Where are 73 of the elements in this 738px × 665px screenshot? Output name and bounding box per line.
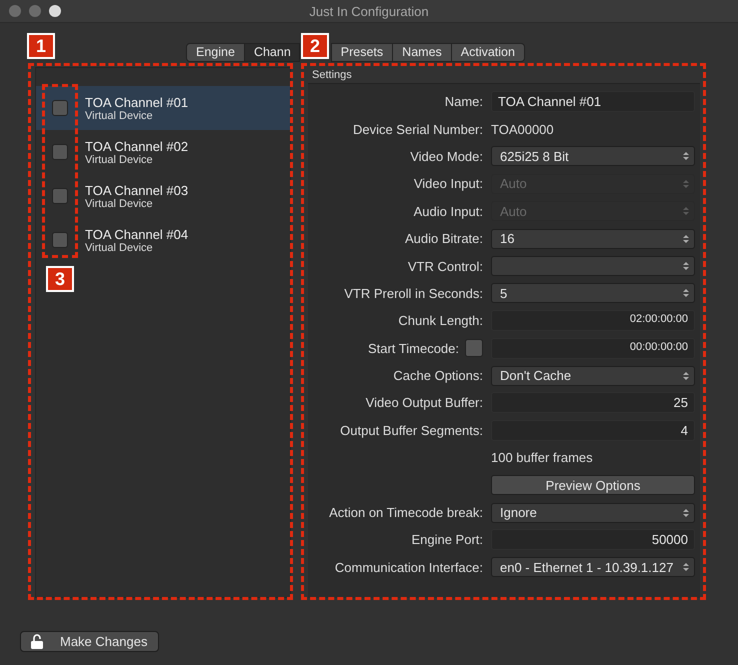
- group-title: Settings: [311, 68, 353, 83]
- close-button[interactable]: [9, 5, 21, 17]
- checkbox[interactable]: [52, 188, 68, 204]
- tab[interactable]: Chann: [244, 43, 300, 62]
- channel-subtitle: Virtual Device: [85, 110, 154, 122]
- field-label: Audio Input:: [414, 204, 483, 219]
- dropdown[interactable]: 16: [491, 228, 695, 249]
- channel-subtitle: Virtual Device: [85, 154, 154, 166]
- field-value: TOA00000: [491, 122, 554, 137]
- buffer-note: 100 buffer frames: [491, 450, 593, 466]
- text-field[interactable]: TOA Channel #01: [491, 91, 695, 112]
- stepper-arrows-icon: [683, 206, 689, 216]
- zoom-button[interactable]: [49, 5, 61, 17]
- dropdown[interactable]: Don't Cache: [491, 366, 695, 386]
- channel-name: TOA Channel #03: [85, 182, 188, 198]
- field-label: Cache Options:: [393, 368, 483, 384]
- tab[interactable]: Engine: [186, 43, 245, 62]
- preview-options-button[interactable]: Preview Options: [491, 475, 695, 496]
- make-changes-button[interactable]: Make Changes: [20, 631, 159, 652]
- callout-number: 1: [27, 33, 55, 59]
- checkbox[interactable]: [52, 144, 68, 160]
- channel-name: TOA Channel #01: [85, 94, 188, 110]
- field-label: Engine Port:: [411, 532, 483, 548]
- channel-row[interactable]: TOA Channel #01 Virtual Device: [36, 86, 290, 130]
- stepper-arrows-icon: [683, 370, 689, 381]
- field-label: Chunk Length:: [398, 313, 483, 328]
- field-label: Device Serial Number:: [352, 122, 483, 137]
- dropdown[interactable]: 5: [491, 283, 695, 304]
- callout-number: 2: [301, 33, 329, 59]
- channel-row[interactable]: TOA Channel #02 Virtual Device: [36, 130, 290, 174]
- channel-subtitle: Virtual Device: [85, 198, 154, 210]
- field-label: Video Output Buffer:: [366, 395, 483, 410]
- lock-icon: [31, 634, 43, 649]
- number-field[interactable]: 02:00:00:00: [491, 310, 695, 332]
- stepper-arrows-icon: [683, 562, 689, 572]
- callout-number: 3: [46, 266, 74, 292]
- channel-name: TOA Channel #02: [85, 138, 188, 154]
- number-field[interactable]: 4: [491, 420, 695, 441]
- minimize-button[interactable]: [29, 5, 41, 17]
- stepper-arrows-icon: [683, 178, 689, 189]
- stepper-arrows-icon: [683, 234, 689, 244]
- dropdown[interactable]: 625i25 8 Bit: [491, 146, 695, 166]
- tab[interactable]: Presets: [330, 43, 394, 62]
- checkbox[interactable]: [52, 232, 68, 248]
- field-label: Video Input:: [414, 176, 483, 192]
- field-label: Name:: [444, 94, 483, 110]
- field-label: Communication Interface:: [334, 560, 483, 575]
- stepper-arrows-icon: [683, 261, 689, 272]
- channel-subtitle: Virtual Device: [85, 242, 154, 254]
- channel-row[interactable]: TOA Channel #04 Virtual Device: [36, 218, 290, 262]
- stepper-arrows-icon: [683, 288, 689, 298]
- field-label: Start Timecode:: [368, 340, 459, 356]
- stepper-arrows-icon: [683, 508, 689, 518]
- field-label: Output Buffer Segments:: [340, 422, 483, 438]
- dropdown[interactable]: [491, 256, 695, 276]
- number-field[interactable]: 50000: [491, 529, 695, 550]
- tab[interactable]: Activation: [452, 43, 525, 62]
- stepper-arrows-icon: [683, 151, 689, 162]
- number-field[interactable]: 25: [491, 392, 695, 414]
- field-label: Audio Bitrate:: [404, 231, 483, 246]
- channel-name: TOA Channel #04: [85, 226, 188, 242]
- field-label: VTR Control:: [408, 258, 483, 274]
- checkbox[interactable]: [465, 339, 483, 358]
- dropdown[interactable]: en0 - Ethernet 1 - 10.39.1.127: [491, 557, 695, 578]
- window-title: Just In Configuration: [309, 4, 429, 18]
- number-field[interactable]: 00:00:00:00: [491, 338, 695, 359]
- channel-row[interactable]: TOA Channel #03 Virtual Device: [36, 174, 290, 218]
- dropdown[interactable]: Ignore: [491, 502, 695, 523]
- checkbox[interactable]: [52, 100, 68, 116]
- field-label: VTR Preroll in Seconds:: [344, 286, 483, 301]
- field-label: Video Mode:: [410, 148, 483, 164]
- tab[interactable]: Names: [393, 43, 452, 62]
- field-label: Action on Timecode break:: [329, 505, 483, 520]
